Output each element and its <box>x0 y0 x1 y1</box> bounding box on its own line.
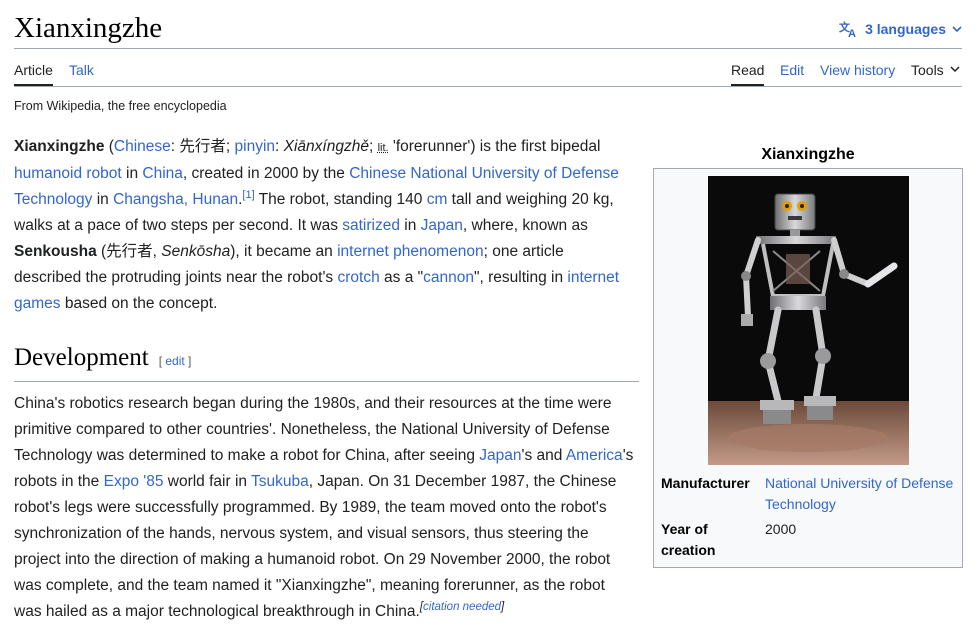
reference-1[interactable]: [1] <box>242 189 254 201</box>
text: (先行者, <box>96 243 162 260</box>
infobox: Manufacturer National University of Defe… <box>653 168 963 568</box>
languages-label: 3 languages <box>865 21 946 37</box>
tab-edit[interactable]: Edit <box>780 62 804 86</box>
tools-menu[interactable]: Tools <box>911 62 960 86</box>
svg-text:A: A <box>848 28 856 38</box>
text: , created in 2000 by the <box>182 165 350 182</box>
section-title: Development <box>14 344 149 371</box>
link-cm[interactable]: cm <box>427 191 448 208</box>
chevron-down-icon <box>950 62 960 79</box>
text: in <box>399 217 421 234</box>
link-cannon[interactable]: cannon <box>423 269 474 286</box>
chevron-down-icon <box>952 25 962 33</box>
infobox-label: Year of creation <box>661 521 716 558</box>
link-japan[interactable]: Japan <box>479 447 521 464</box>
text: : <box>275 138 284 155</box>
text: 'forerunner') is the first bipedal <box>388 138 601 155</box>
text: ; <box>368 138 378 155</box>
translate-icon: 文 A <box>839 20 859 38</box>
tab-view-history[interactable]: View history <box>820 62 895 86</box>
robot-photo[interactable] <box>708 176 909 465</box>
lead-paragraph: Xianxingzhe (Chinese: 先行者; pinyin: Xiānx… <box>14 134 634 317</box>
text: : 先行者; <box>170 138 235 155</box>
section-heading-development: Development [ edit ] <box>14 344 639 382</box>
text: in <box>121 165 143 182</box>
link-japan[interactable]: Japan <box>421 217 463 234</box>
text: ( <box>104 138 114 155</box>
section-edit: [ edit ] <box>159 354 192 368</box>
infobox-row-manufacturer: Manufacturer National University of Defe… <box>661 473 961 517</box>
link-internet-phenomenon[interactable]: internet phenomenon <box>337 243 484 260</box>
link-chinese[interactable]: Chinese <box>114 138 171 155</box>
link-china[interactable]: China <box>142 165 183 182</box>
tab-read[interactable]: Read <box>731 62 765 86</box>
link-crotch[interactable]: crotch <box>338 269 380 286</box>
edit-section-link[interactable]: edit <box>165 354 184 368</box>
link-satirized[interactable]: satirized <box>342 217 400 234</box>
link-america[interactable]: America <box>566 447 623 464</box>
infobox-caption: Xianxingzhe <box>761 146 855 163</box>
alt-name-romanized: Senkōsha <box>161 243 231 260</box>
citation-needed: [citation needed] <box>420 601 504 613</box>
tab-talk[interactable]: Talk <box>69 62 94 86</box>
languages-button[interactable]: 文 A 3 languages <box>839 20 962 38</box>
text: The robot, standing 140 <box>254 191 427 208</box>
link-pinyin[interactable]: pinyin <box>235 138 276 155</box>
text: ", resulting in <box>474 269 568 286</box>
link-expo-85[interactable]: Expo '85 <box>104 473 164 490</box>
text: as a " <box>379 269 424 286</box>
article-subject: Xianxingzhe <box>14 138 105 155</box>
tab-article[interactable]: Article <box>14 62 53 86</box>
tools-label: Tools <box>911 62 944 78</box>
link-changsha[interactable]: Changsha, Hunan <box>113 191 238 208</box>
development-paragraph: China's robotics research began during t… <box>14 391 634 625</box>
lit-abbr[interactable]: lit. <box>378 142 389 154</box>
infobox-row-year: Year of creation 2000 <box>661 519 961 563</box>
link-tsukuba[interactable]: Tsukuba <box>251 473 309 490</box>
text: based on the concept. <box>60 295 218 312</box>
text: in <box>92 191 114 208</box>
text: ), it became an <box>230 243 338 260</box>
title-divider <box>14 48 962 49</box>
infobox-label: Manufacturer <box>661 475 750 491</box>
bracket: ] <box>501 600 505 613</box>
bracket: ] <box>184 354 192 368</box>
text: world fair in <box>163 473 252 490</box>
text: , where, known as <box>462 217 588 234</box>
pinyin-text: Xiānxíngzhě <box>283 138 369 155</box>
manufacturer-link[interactable]: National University of Defense Technolog… <box>765 473 960 515</box>
page-tabs: Article Talk Read Edit View history Tool… <box>14 52 962 87</box>
text: 's and <box>521 447 566 464</box>
page-title: Xianxingzhe <box>14 12 163 44</box>
alt-name: Senkousha <box>14 243 97 260</box>
site-tagline: From Wikipedia, the free encyclopedia <box>14 99 227 113</box>
citation-needed-link[interactable]: citation needed <box>423 601 501 613</box>
infobox-value: 2000 <box>765 521 797 537</box>
link-humanoid-robot[interactable]: humanoid robot <box>14 165 122 182</box>
text: , Japan. On 31 December 1987, the Chines… <box>14 473 617 620</box>
